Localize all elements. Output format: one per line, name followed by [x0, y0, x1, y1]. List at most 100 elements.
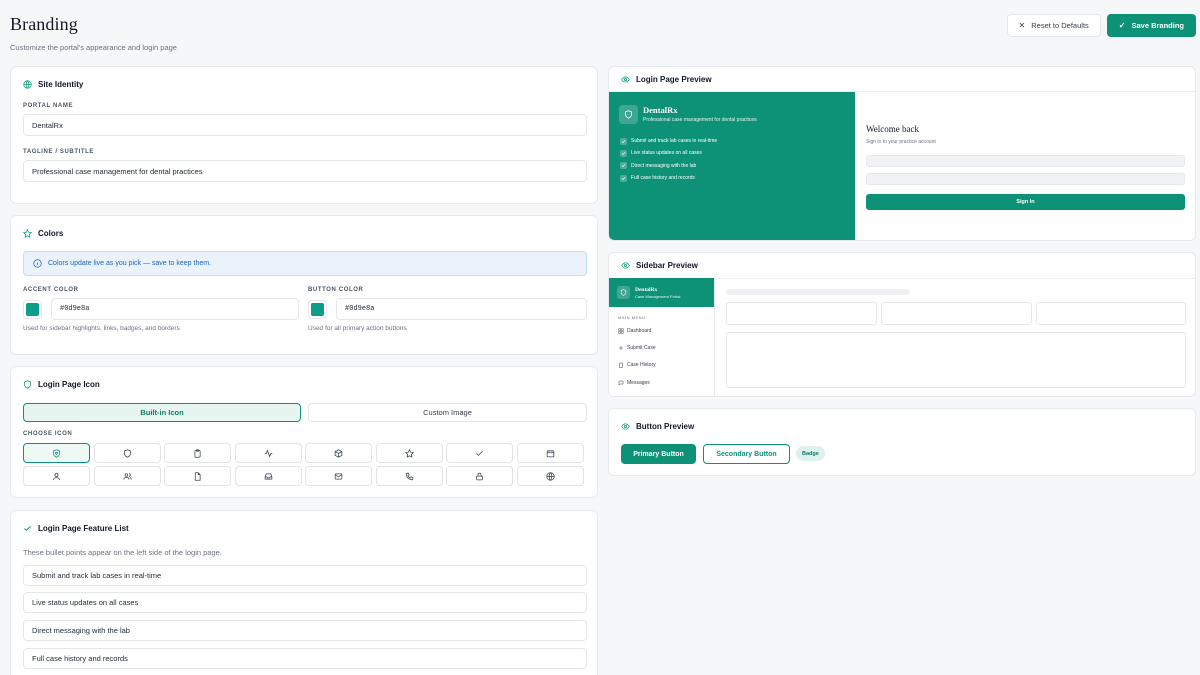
- accent-color-label: ACCENT COLOR: [23, 287, 79, 293]
- globe-icon: [545, 471, 555, 481]
- skeleton-bar: [726, 289, 910, 295]
- icon-option-calendar[interactable]: [516, 443, 584, 463]
- feature-item-input[interactable]: Direct messaging with the lab: [23, 620, 587, 641]
- feature-list-desc: These bullet points appear on the left s…: [23, 548, 222, 557]
- sidebar-item-messages: Messages: [618, 374, 714, 391]
- shield-heart-icon: [23, 380, 32, 389]
- clipboard-icon: [194, 448, 201, 458]
- accent-color-input[interactable]: #0d9e8a: [51, 298, 299, 320]
- feature-list-title: Login Page Feature List: [23, 524, 129, 533]
- skeleton-stat-card: [726, 302, 877, 325]
- eye-icon: [621, 261, 630, 270]
- sidebar-preview-card: Sidebar Preview DentalRx Case Management…: [608, 252, 1196, 397]
- box-icon: [334, 448, 343, 458]
- eye-icon: [621, 75, 630, 84]
- login-preview-title: Login Page Preview: [621, 75, 712, 84]
- globe-icon: [23, 80, 32, 89]
- tagline-input[interactable]: Professional case management for dental …: [23, 160, 587, 182]
- feature-item-input[interactable]: Submit and track lab cases in real-time: [23, 565, 587, 586]
- sidebar-logo: [617, 286, 630, 299]
- accent-color-hint: Used for sidebar highlights, links, badg…: [23, 325, 180, 332]
- sidebar-menu-label: MAIN MENU: [618, 315, 646, 320]
- star-icon: [23, 229, 32, 238]
- close-icon: ✕: [1018, 21, 1026, 30]
- inbox-icon: [264, 473, 272, 479]
- shield-heart-icon: [620, 289, 627, 296]
- grid-icon: [618, 328, 624, 334]
- info-icon: [33, 259, 42, 268]
- sidebar-item-case-history: Case History: [618, 357, 714, 374]
- icon-option-activity[interactable]: [234, 443, 302, 463]
- button-color-swatch[interactable]: [308, 300, 327, 319]
- icon-option-user[interactable]: [23, 466, 90, 486]
- icon-grid: [23, 443, 584, 486]
- phone-icon: [405, 472, 413, 480]
- check-icon: [620, 137, 627, 145]
- icon-option-star[interactable]: [375, 443, 443, 463]
- save-label: Save Branding: [1131, 21, 1184, 30]
- feature-item-input[interactable]: Full case history and records: [23, 648, 587, 669]
- skeleton-content-card: [726, 332, 1186, 388]
- file-icon: [194, 471, 201, 481]
- page-title: Branding: [10, 14, 78, 34]
- tab-custom-image[interactable]: Custom Image: [308, 403, 587, 422]
- message-icon: [618, 380, 624, 386]
- login-preview-name: DentalRx: [643, 105, 678, 115]
- login-welcome-heading: Welcome back: [866, 124, 919, 134]
- skeleton-stat-card: [1036, 302, 1186, 325]
- icon-option-globe[interactable]: [516, 466, 584, 486]
- shield-heart-icon: [53, 448, 60, 458]
- login-preview-tagline: Professional case management for dental …: [643, 117, 757, 123]
- button-color-input[interactable]: #0d9e8a: [336, 298, 587, 320]
- button-preview-title: Button Preview: [621, 422, 694, 431]
- icon-option-box[interactable]: [305, 443, 372, 463]
- portal-name-input[interactable]: DentalRx: [23, 114, 587, 136]
- badge-preview: Badge: [796, 446, 825, 461]
- page-subtitle: Customize the portal's appearance and lo…: [10, 43, 177, 52]
- colors-info-banner: Colors update live as you pick — save to…: [23, 251, 587, 276]
- shield-heart-icon: [625, 110, 632, 119]
- login-feature: Full case history and records: [620, 172, 717, 184]
- icon-option-phone[interactable]: [375, 466, 443, 486]
- login-icon-title: Login Page Icon: [23, 380, 100, 389]
- reset-defaults-button[interactable]: ✕ Reset to Defaults: [1006, 14, 1101, 37]
- login-email-field-preview: [866, 155, 1185, 167]
- icon-option-lock[interactable]: [446, 466, 513, 486]
- icon-option-shield-heart[interactable]: [23, 443, 90, 463]
- login-welcome-sub: Sign in to your practice account: [866, 139, 936, 145]
- calendar-icon: [546, 449, 554, 457]
- feature-item-input[interactable]: Live status updates on all cases: [23, 592, 587, 613]
- check-icon: [476, 450, 483, 456]
- secondary-button-preview[interactable]: Secondary Button: [703, 444, 790, 464]
- users-icon: [122, 472, 132, 480]
- icon-option-shield[interactable]: [93, 443, 161, 463]
- colors-card: Colors Colors update live as you pick — …: [10, 215, 598, 355]
- check-icon: [620, 149, 627, 157]
- mail-icon: [334, 473, 343, 479]
- plus-icon: [619, 345, 623, 350]
- check-icon: [620, 162, 627, 170]
- icon-option-mail[interactable]: [305, 466, 372, 486]
- login-preview-panel: DentalRx Professional case management fo…: [609, 92, 855, 240]
- primary-button-preview[interactable]: Primary Button: [621, 444, 696, 464]
- site-identity-card: Site Identity PORTAL NAME DentalRx TAGLI…: [10, 66, 598, 204]
- login-logo: [619, 105, 638, 124]
- sidebar-preview-panel: DentalRx Case Management Portal MAIN MEN…: [609, 278, 715, 396]
- login-password-field-preview: [866, 173, 1185, 185]
- tab-builtin-icon[interactable]: Built-in Icon: [23, 403, 301, 422]
- save-branding-button[interactable]: ✓ Save Branding: [1106, 14, 1196, 37]
- reset-label: Reset to Defaults: [1031, 21, 1089, 30]
- choose-icon-label: CHOOSE ICON: [23, 431, 73, 437]
- icon-option-check[interactable]: [446, 443, 513, 463]
- skeleton-stat-card: [881, 302, 1032, 325]
- icon-option-file[interactable]: [164, 466, 231, 486]
- header-actions: ✕ Reset to Defaults ✓ Save Branding: [1006, 14, 1196, 37]
- activity-icon: [264, 448, 272, 458]
- icon-option-users[interactable]: [93, 466, 161, 486]
- icon-option-inbox[interactable]: [234, 466, 302, 486]
- portal-name-label: PORTAL NAME: [23, 103, 74, 109]
- login-feature: Live status updates on all cases: [620, 147, 717, 159]
- accent-color-swatch[interactable]: [23, 300, 42, 319]
- icon-option-clipboard[interactable]: [164, 443, 231, 463]
- login-preview-card: Login Page Preview DentalRx Professional…: [608, 66, 1196, 241]
